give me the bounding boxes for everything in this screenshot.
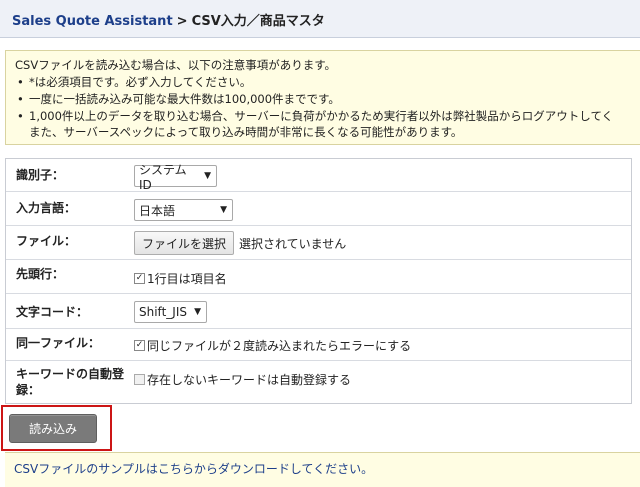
- import-button[interactable]: 読み込み: [9, 414, 97, 443]
- sample-download-link[interactable]: CSVファイルのサンプルはこちらからダウンロードしてください。: [14, 462, 373, 476]
- import-form: 識別子： システムID ▼ 入力言語： 日本語 ▼ ファイル： ファイルを選択 選択…: [5, 158, 632, 404]
- keyword-label-line2: 録：: [16, 383, 41, 397]
- file-label: ファイル：: [16, 234, 77, 248]
- encoding-value: Shift_JIS: [139, 305, 187, 319]
- same-file-checkbox-label[interactable]: 同じファイルが２度読み込まれたらエラーにする: [147, 337, 411, 354]
- row-same-file: 同一ファイル： ✓ 同じファイルが２度読み込まれたらエラーにする: [6, 329, 631, 361]
- header-row-checkbox-label[interactable]: 1行目は項目名: [147, 270, 227, 287]
- header-row-checkbox[interactable]: ✓: [134, 273, 145, 284]
- page-header: Sales Quote Assistant > CSV入力／商品マスタ: [0, 0, 640, 38]
- breadcrumb-app-link[interactable]: Sales Quote Assistant: [12, 14, 173, 29]
- keyword-label: キーワードの自動登 録：: [16, 366, 124, 398]
- keyword-checkbox[interactable]: [134, 374, 145, 385]
- breadcrumb: Sales Quote Assistant > CSV入力／商品マスタ: [12, 10, 325, 29]
- identifier-value: システムID: [139, 162, 187, 192]
- keyword-checkbox-label[interactable]: 存在しないキーワードは自動登録する: [147, 371, 351, 388]
- language-value: 日本語: [139, 203, 176, 218]
- choose-file-button[interactable]: ファイルを選択: [134, 231, 235, 255]
- row-keyword: キーワードの自動登 録： 存在しないキーワードは自動登録する: [6, 361, 631, 403]
- page-title: CSV入力／商品マスタ: [191, 14, 325, 29]
- notice-list: *は必須項目です。必ず入力してください。 一度に一括読み込み可能な最大件数は10…: [15, 74, 640, 140]
- dropdown-arrow-icon: ▼: [220, 205, 227, 215]
- sample-download-bar: CSVファイルのサンプルはこちらからダウンロードしてください。: [5, 452, 640, 487]
- row-header-line: 先頭行： ✓ 1行目は項目名: [6, 260, 631, 294]
- same-file-checkbox[interactable]: ✓: [134, 340, 145, 351]
- notice-intro: CSVファイルを読み込む場合は、以下の注意事項があります。: [15, 58, 337, 72]
- header-row-label: 先頭行：: [16, 267, 65, 281]
- identifier-select[interactable]: システムID ▼: [134, 163, 217, 192]
- notice-item: 1,000件以上のデータを取り込む場合、サーバーに負荷がかかるため実行者以外は弊…: [15, 108, 640, 140]
- row-identifier: 識別子： システムID ▼: [6, 159, 631, 192]
- keyword-label-line1: キーワードの自動登: [16, 367, 125, 381]
- submit-highlight: 読み込み: [1, 405, 112, 451]
- notice-item-continuation: また、サーバースペックによって取り込み時間が非常に長くなる可能性があります。: [29, 125, 463, 139]
- notice-box: CSVファイルを読み込む場合は、以下の注意事項があります。 *は必須項目です。必…: [5, 50, 640, 145]
- file-status: 選択されていません: [239, 236, 347, 251]
- identifier-label: 識別子：: [16, 168, 65, 182]
- notice-item: 一度に一括読み込み可能な最大件数は100,000件までです。: [15, 91, 640, 107]
- language-select[interactable]: 日本語 ▼: [134, 199, 233, 221]
- row-encoding: 文字コード： Shift_JIS ▼: [6, 294, 631, 329]
- notice-item: *は必須項目です。必ず入力してください。: [15, 74, 640, 90]
- dropdown-arrow-icon: ▼: [194, 307, 201, 317]
- breadcrumb-separator: >: [176, 14, 188, 29]
- notice-item-text: 1,000件以上のデータを取り込む場合、サーバーに負荷がかかるため実行者以外は弊…: [29, 109, 614, 123]
- same-file-label: 同一ファイル：: [16, 336, 101, 350]
- encoding-label: 文字コード：: [16, 305, 89, 319]
- encoding-select[interactable]: Shift_JIS ▼: [134, 301, 207, 323]
- dropdown-arrow-icon: ▼: [204, 171, 211, 181]
- row-language: 入力言語： 日本語 ▼: [6, 192, 631, 226]
- row-file: ファイル： ファイルを選択 選択されていません: [6, 226, 631, 260]
- language-label: 入力言語：: [16, 201, 77, 215]
